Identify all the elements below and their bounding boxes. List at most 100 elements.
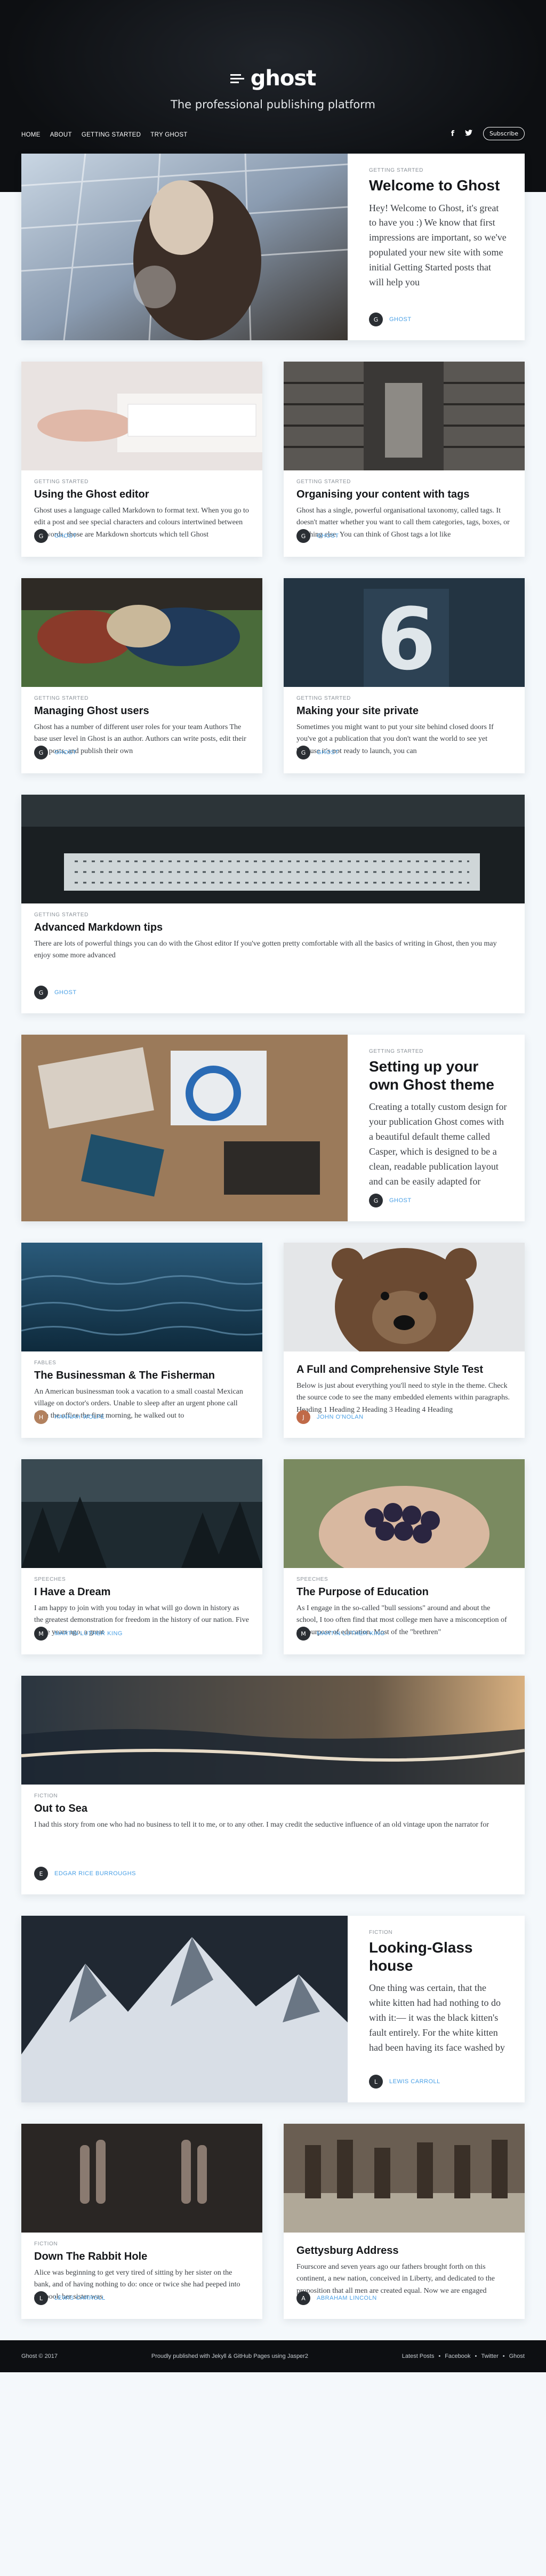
post-title[interactable]: Welcome to Ghost xyxy=(369,177,508,195)
post-author[interactable]: H HANNAH WOLFE xyxy=(21,1405,118,1429)
author-name[interactable]: HANNAH WOLFE xyxy=(54,1414,105,1420)
facebook-icon[interactable]: f xyxy=(451,130,454,138)
post-tag[interactable]: GETTING STARTED xyxy=(34,479,250,485)
nav-home[interactable]: HOME xyxy=(21,132,41,138)
footer-copyright[interactable]: Ghost © 2017 xyxy=(21,2353,58,2359)
author-name[interactable]: LEWIS CARROLL xyxy=(54,2295,106,2301)
author-name[interactable]: GHOST xyxy=(54,989,77,996)
author-name[interactable]: GHOST xyxy=(389,316,412,323)
author-name[interactable]: GHOST xyxy=(54,533,77,539)
post-card-businessman[interactable]: FABLES The Businessman & The Fisherman A… xyxy=(21,1243,262,1438)
post-card-rabbit-hole[interactable]: FICTION Down The Rabbit Hole Alice was b… xyxy=(21,2124,262,2319)
post-card-editor[interactable]: GETTING STARTED Using the Ghost editor G… xyxy=(21,362,262,557)
post-author[interactable]: G GHOST xyxy=(21,980,90,1005)
post-tag[interactable]: FICTION xyxy=(34,2241,250,2247)
post-title[interactable]: Organising your content with tags xyxy=(296,488,512,501)
post-excerpt: I had this story from one who had no bus… xyxy=(34,1821,489,1829)
avatar: L xyxy=(369,2075,383,2089)
post-card-looking-glass[interactable]: FICTION Looking-Glass house One thing wa… xyxy=(21,1916,525,2102)
post-author[interactable]: G GHOST xyxy=(348,1188,424,1213)
author-name[interactable]: MARTIN LUTHER KING xyxy=(317,1630,385,1637)
author-name[interactable]: MARTIN LUTHER KING xyxy=(54,1630,123,1637)
post-author[interactable]: A ABRAHAM LINCOLN xyxy=(284,2286,390,2310)
site-title: ghost xyxy=(250,66,317,91)
post-author[interactable]: G GHOST xyxy=(348,307,424,332)
nav-try-ghost[interactable]: TRY GHOST xyxy=(150,132,187,138)
author-name[interactable]: LEWIS CARROLL xyxy=(389,2078,440,2085)
post-tag[interactable]: GETTING STARTED xyxy=(296,479,512,485)
post-tag[interactable]: GETTING STARTED xyxy=(34,912,512,918)
post-title[interactable]: Down The Rabbit Hole xyxy=(34,2250,250,2263)
author-name[interactable]: GHOST xyxy=(389,1197,412,1204)
post-title[interactable]: Looking-Glass house xyxy=(369,1939,508,1974)
footer-credit[interactable]: Proudly published with Jekyll & GitHub P… xyxy=(151,2353,308,2359)
post-card-style-test[interactable]: A Full and Comprehensive Style Test Belo… xyxy=(284,1243,525,1438)
post-tag[interactable]: FICTION xyxy=(34,1793,512,1799)
post-tag[interactable]: GETTING STARTED xyxy=(369,1049,508,1054)
post-card-theme[interactable]: GETTING STARTED Setting up your own Ghos… xyxy=(21,1035,525,1221)
post-card-markdown[interactable]: GETTING STARTED Advanced Markdown tips T… xyxy=(21,795,525,1013)
post-card-gettysburg[interactable]: Gettysburg Address Fourscore and seven y… xyxy=(284,2124,525,2319)
post-title[interactable]: The Purpose of Education xyxy=(296,1586,512,1598)
subscribe-button[interactable]: Subscribe xyxy=(483,127,525,140)
post-author[interactable]: G GHOST xyxy=(21,740,90,765)
post-title[interactable]: Making your site private xyxy=(296,705,512,717)
post-image xyxy=(284,362,525,470)
post-author[interactable]: M MARTIN LUTHER KING xyxy=(284,1621,398,1646)
footer-link-latest-posts[interactable]: Latest Posts xyxy=(402,2353,435,2359)
author-name[interactable]: EDGAR RICE BURROUGHS xyxy=(54,1870,136,1877)
post-title[interactable]: A Full and Comprehensive Style Test xyxy=(296,1363,512,1376)
post-title[interactable]: Using the Ghost editor xyxy=(34,488,250,501)
post-tag[interactable]: SPEECHES xyxy=(296,1577,512,1582)
post-image xyxy=(21,1676,525,1785)
author-name[interactable]: GHOST xyxy=(54,749,77,756)
post-title[interactable]: I Have a Dream xyxy=(34,1586,250,1598)
post-tag[interactable]: SPEECHES xyxy=(34,1577,250,1582)
footer-link-facebook[interactable]: Facebook xyxy=(445,2353,470,2359)
footer-link-twitter[interactable]: Twitter xyxy=(481,2353,498,2359)
post-card-tags[interactable]: GETTING STARTED Organising your content … xyxy=(284,362,525,557)
author-name[interactable]: ABRAHAM LINCOLN xyxy=(317,2295,377,2301)
post-card-welcome[interactable]: GETTING STARTED Welcome to Ghost Hey! We… xyxy=(21,154,525,340)
author-name[interactable]: GHOST xyxy=(317,533,339,539)
post-card-private[interactable]: 6 GETTING STARTED Making your site priva… xyxy=(284,578,525,773)
post-tag[interactable]: FICTION xyxy=(369,1930,508,1935)
nav-getting-started[interactable]: GETTING STARTED xyxy=(82,132,141,138)
post-title[interactable]: Gettysburg Address xyxy=(296,2244,512,2257)
footer-link-ghost[interactable]: Ghost xyxy=(509,2353,525,2359)
post-image xyxy=(21,1243,262,1351)
post-card-users[interactable]: GETTING STARTED Managing Ghost users Gho… xyxy=(21,578,262,773)
post-feed: GETTING STARTED Welcome to Ghost Hey! We… xyxy=(21,154,525,2319)
post-author[interactable]: G GHOST xyxy=(284,524,352,548)
post-author[interactable]: M MARTIN LUTHER KING xyxy=(21,1621,135,1646)
post-author[interactable]: L LEWIS CARROLL xyxy=(21,2286,118,2310)
post-title[interactable]: Advanced Markdown tips xyxy=(34,921,512,934)
post-author[interactable]: G GHOST xyxy=(21,524,90,548)
post-author[interactable]: L LEWIS CARROLL xyxy=(348,2069,453,2094)
post-image xyxy=(21,1916,348,2102)
avatar: G xyxy=(34,746,48,759)
post-author[interactable]: G GHOST xyxy=(284,740,352,765)
post-tag[interactable]: GETTING STARTED xyxy=(296,695,512,701)
footer-links: Latest Posts • Facebook • Twitter • Ghos… xyxy=(402,2353,525,2359)
post-title[interactable]: The Businessman & The Fisherman xyxy=(34,1369,250,1382)
nav-about[interactable]: ABOUT xyxy=(50,132,72,138)
post-author[interactable]: E EDGAR RICE BURROUGHS xyxy=(21,1861,149,1886)
post-card-dream[interactable]: SPEECHES I Have a Dream I am happy to jo… xyxy=(21,1459,262,1654)
author-name[interactable]: GHOST xyxy=(317,749,339,756)
post-title[interactable]: Managing Ghost users xyxy=(34,705,250,717)
post-title[interactable]: Setting up your own Ghost theme xyxy=(369,1058,508,1093)
post-image xyxy=(284,2124,525,2233)
post-author[interactable]: J JOHN O'NOLAN xyxy=(284,1405,376,1429)
site-logo[interactable]: ghost xyxy=(230,66,316,91)
post-title[interactable]: Out to Sea xyxy=(34,1802,512,1815)
post-tag[interactable]: GETTING STARTED xyxy=(369,167,508,173)
post-excerpt: There are lots of powerful things you ca… xyxy=(34,940,497,960)
post-card-out-to-sea[interactable]: FICTION Out to Sea I had this story from… xyxy=(21,1676,525,1894)
twitter-icon[interactable] xyxy=(464,129,472,138)
post-tag[interactable]: GETTING STARTED xyxy=(34,695,250,701)
post-card-education[interactable]: SPEECHES The Purpose of Education As I e… xyxy=(284,1459,525,1654)
post-tag[interactable]: FABLES xyxy=(34,1360,250,1366)
avatar: G xyxy=(369,313,383,326)
author-name[interactable]: JOHN O'NOLAN xyxy=(317,1414,364,1420)
